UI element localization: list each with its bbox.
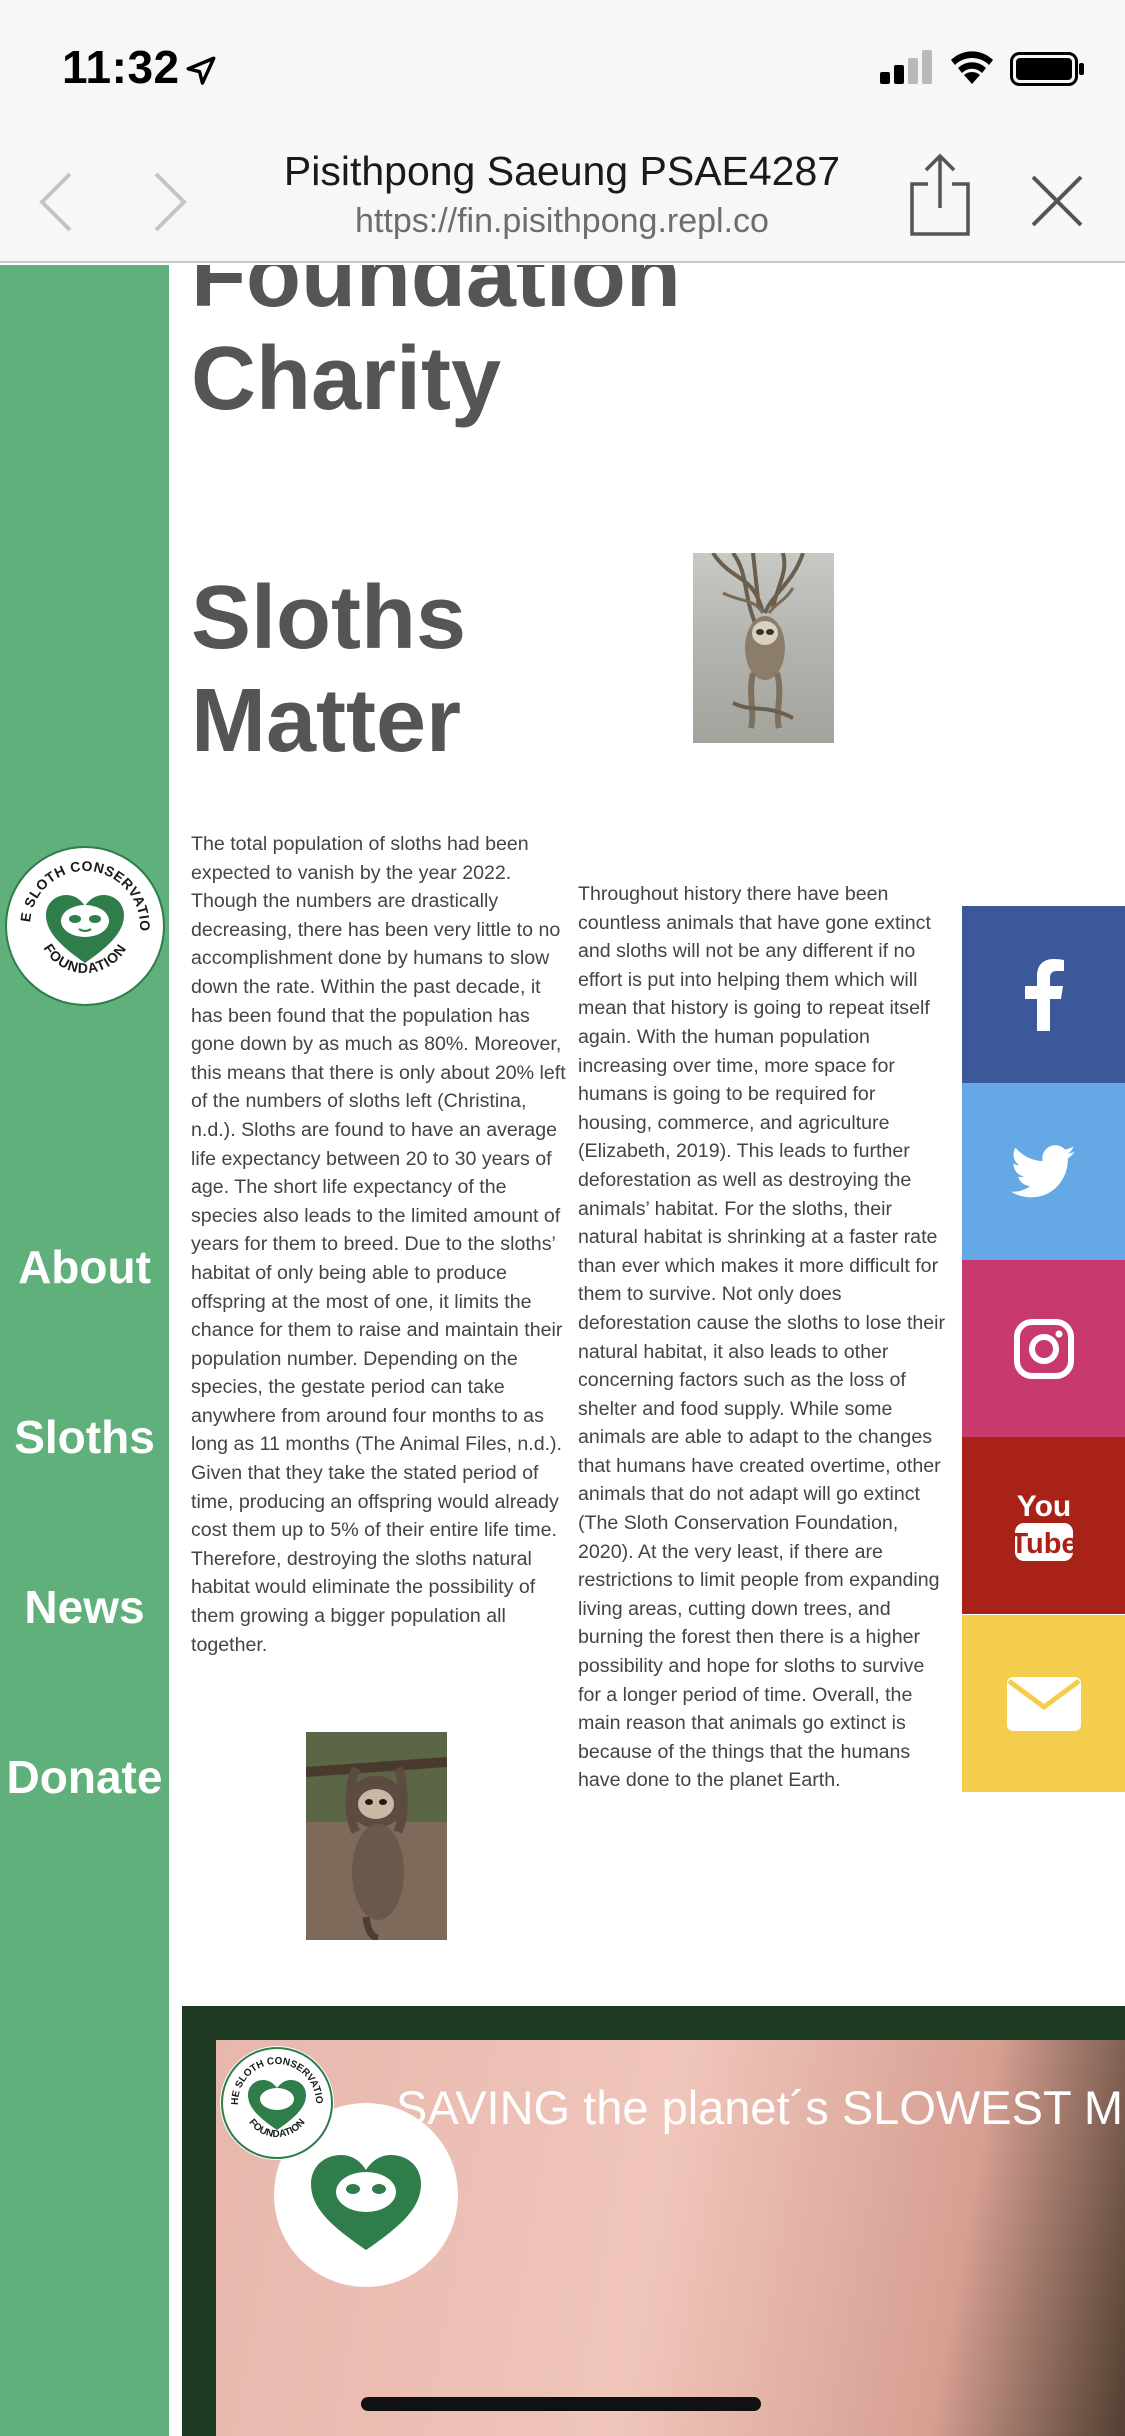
status-time: 11:32 bbox=[62, 41, 180, 93]
wifi-icon bbox=[951, 51, 993, 84]
sloth-photo-climbing bbox=[306, 1732, 447, 1940]
nav-donate[interactable]: Donate bbox=[0, 1750, 169, 1804]
article-right-paragraph: Throughout history there have been count… bbox=[578, 883, 946, 1792]
heading-foundation: Foundation bbox=[191, 265, 681, 326]
location-arrow-icon bbox=[186, 56, 216, 85]
page-url: https://fin.pisithpong.repl.co bbox=[355, 202, 769, 240]
mail-icon bbox=[1006, 1676, 1081, 1731]
page-title: Pisithpong Saeung PSAE4287 bbox=[283, 148, 841, 194]
home-indicator[interactable] bbox=[361, 2397, 761, 2411]
facebook-button[interactable] bbox=[962, 906, 1125, 1083]
nav-sloths[interactable]: Sloths bbox=[0, 1410, 169, 1464]
web-page: THE SLOTH CONSERVATION FOUNDATION About … bbox=[0, 265, 1125, 2436]
email-button[interactable] bbox=[962, 1615, 1125, 1792]
back-chevron-icon[interactable] bbox=[36, 170, 76, 234]
video-embed[interactable]: THE SLOTH CONSERVATION FOUNDATION SAVING… bbox=[182, 2006, 1125, 2436]
cellular-signal-icon bbox=[880, 50, 932, 84]
sloth-conservation-logo[interactable]: THE SLOTH CONSERVATION FOUNDATION bbox=[4, 845, 166, 1007]
instagram-button[interactable] bbox=[962, 1260, 1125, 1437]
heading-charity: Charity bbox=[191, 329, 502, 429]
youtube-icon: You Tube bbox=[1013, 1490, 1075, 1561]
forward-chevron-icon[interactable] bbox=[150, 170, 190, 234]
instagram-icon bbox=[1013, 1318, 1074, 1379]
sloth-photo-hanging bbox=[693, 553, 834, 743]
close-icon[interactable] bbox=[1030, 174, 1084, 228]
twitter-icon bbox=[1010, 1144, 1075, 1197]
video-thumbnail[interactable]: THE SLOTH CONSERVATION FOUNDATION SAVING… bbox=[216, 2040, 1125, 2436]
browser-toolbar: Pisithpong Saeung PSAE4287 https://fin.p… bbox=[0, 130, 1125, 263]
channel-avatar-icon[interactable]: THE SLOTH CONSERVATION FOUNDATION bbox=[218, 2044, 336, 2162]
twitter-button[interactable] bbox=[962, 1083, 1125, 1260]
nav-news[interactable]: News bbox=[0, 1580, 169, 1634]
share-icon[interactable] bbox=[908, 152, 972, 238]
youtube-button[interactable]: You Tube bbox=[962, 1437, 1125, 1614]
sidebar: THE SLOTH CONSERVATION FOUNDATION About … bbox=[0, 265, 169, 2436]
svg-text:Tube: Tube bbox=[1013, 1528, 1075, 1560]
battery-icon bbox=[1010, 52, 1084, 86]
heading-matter: Matter bbox=[191, 671, 462, 771]
nav-about[interactable]: About bbox=[0, 1240, 169, 1294]
facebook-icon bbox=[1024, 958, 1064, 1031]
heading-sloths: Sloths bbox=[191, 568, 467, 668]
article-left-paragraph: The total population of sloths had been … bbox=[191, 833, 566, 1656]
status-bar: 11:32 bbox=[0, 0, 1125, 130]
svg-text:You: You bbox=[1016, 1490, 1070, 1523]
video-title: SAVING the planet´s SLOWEST M bbox=[396, 2081, 1124, 2134]
